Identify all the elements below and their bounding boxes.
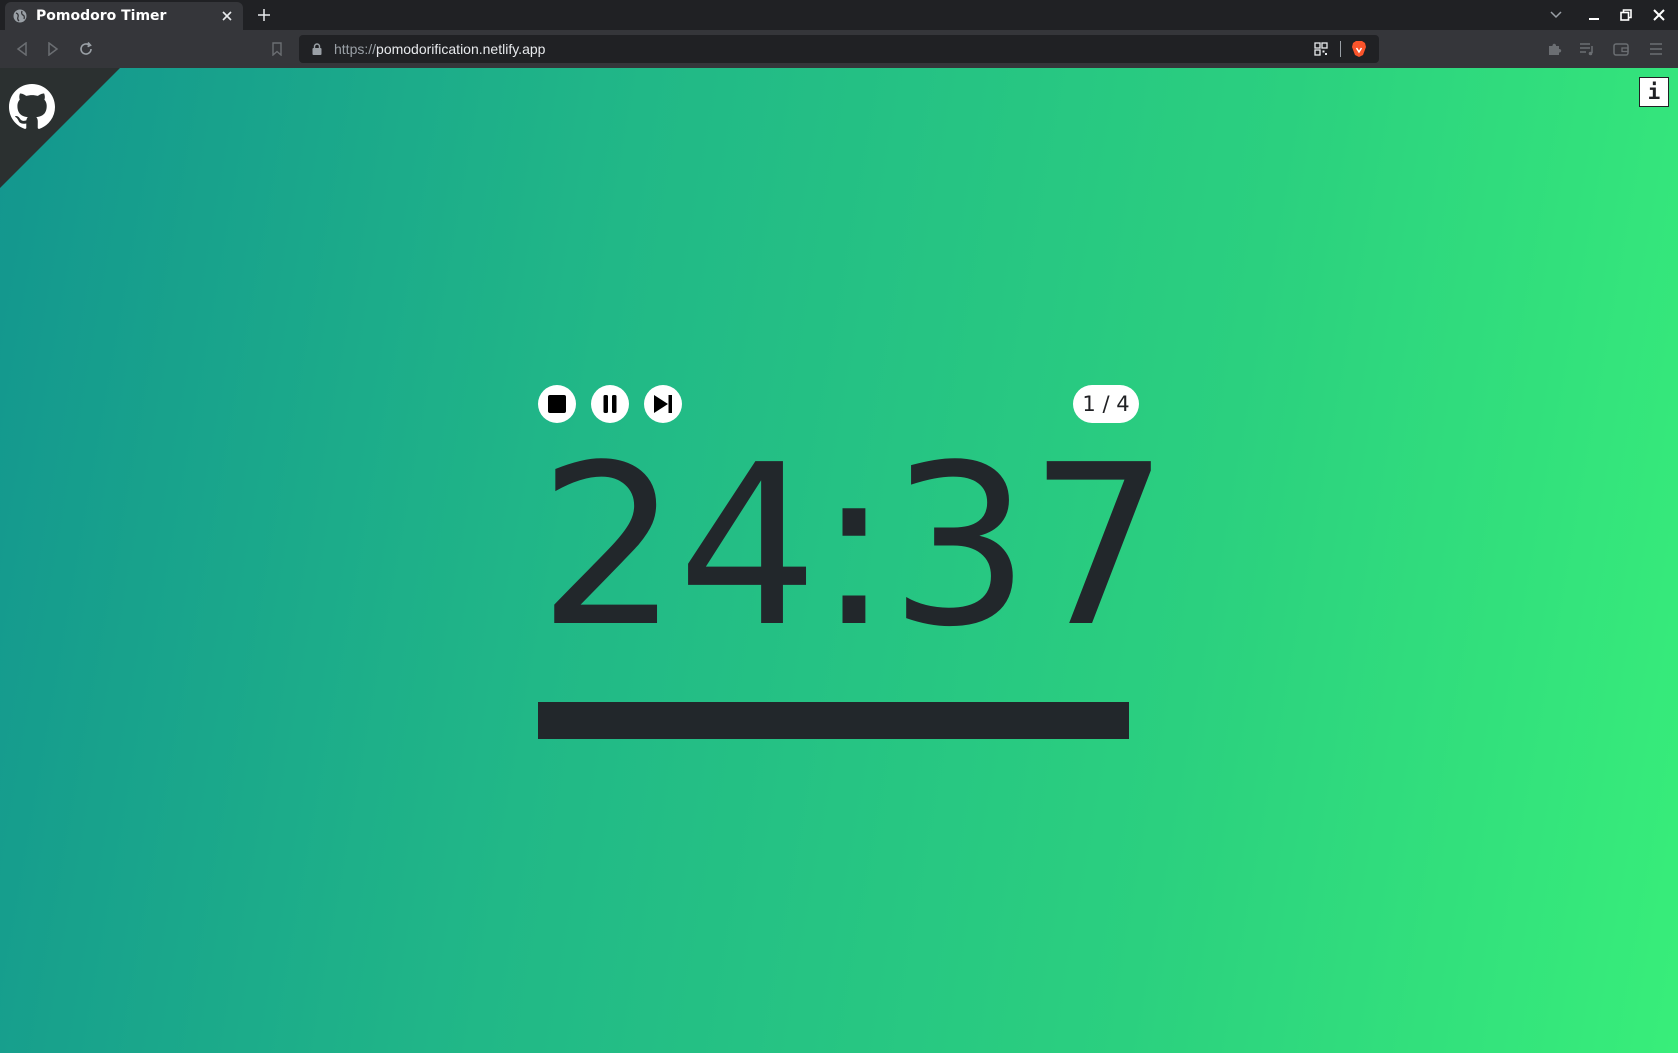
tab-pomodoro[interactable]: Pomodoro Timer — [5, 2, 243, 30]
restore-icon[interactable] — [1616, 5, 1636, 25]
github-octocat-icon[interactable] — [9, 84, 55, 130]
forward-icon[interactable] — [43, 39, 63, 59]
plus-icon[interactable] — [254, 5, 274, 25]
menu-icon[interactable] — [1646, 39, 1666, 59]
globe-icon — [13, 9, 27, 23]
wallet-icon[interactable] — [1611, 39, 1631, 59]
close-icon[interactable] — [217, 6, 237, 26]
minimize-icon[interactable] — [1584, 5, 1604, 25]
progress-bar — [538, 702, 1129, 739]
url-text: https://pomodorification.netlify.app — [334, 41, 545, 57]
brave-lion-icon[interactable] — [1349, 39, 1369, 59]
playlist-icon[interactable] — [1577, 39, 1597, 59]
tab-strip: Pomodoro Timer — [0, 0, 1678, 30]
progress-fill — [538, 702, 1129, 739]
address-bar[interactable]: https://pomodorification.netlify.app — [299, 35, 1379, 63]
url-scheme: https:// — [334, 41, 377, 57]
back-icon[interactable] — [12, 39, 32, 59]
lock-icon[interactable] — [312, 43, 322, 55]
reload-icon[interactable] — [76, 39, 96, 59]
pause-icon — [603, 395, 617, 413]
qr-code-icon[interactable] — [1311, 39, 1331, 59]
chevron-down-icon[interactable] — [1546, 5, 1566, 25]
info-button[interactable]: i — [1639, 77, 1669, 107]
extensions-icon[interactable] — [1545, 39, 1565, 59]
tab-title: Pomodoro Timer — [36, 8, 167, 24]
stop-icon — [548, 395, 566, 413]
browser-toolbar: https://pomodorification.netlify.app — [0, 30, 1678, 68]
url-separator — [1340, 41, 1341, 57]
skip-next-icon — [653, 394, 673, 414]
page-viewport: i 1 / 4 24:37 — [0, 68, 1678, 1053]
close-window-icon[interactable] — [1649, 5, 1669, 25]
bookmark-icon[interactable] — [267, 39, 287, 59]
url-host: pomodorification.netlify.app — [376, 41, 546, 57]
timer-display: 24:37 — [538, 418, 1170, 676]
